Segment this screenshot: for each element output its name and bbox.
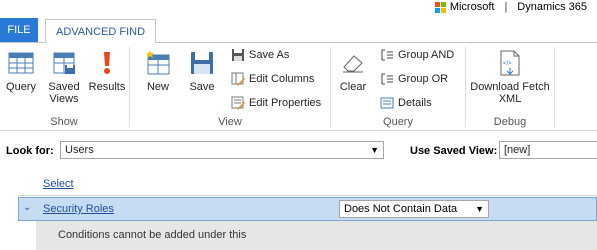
new-view-icon — [144, 49, 172, 77]
edit-properties-button[interactable]: Edit Properties — [230, 94, 321, 112]
save-as-icon — [230, 47, 246, 63]
query-builder: Select ⌄ Security Roles Does Not Contain… — [0, 169, 597, 250]
look-for-row: Look for: Users ▼ Use Saved View: [new] — [0, 141, 597, 161]
query-button[interactable]: Query — [4, 49, 38, 93]
use-saved-view-value: [new] — [504, 144, 531, 156]
group-and-label: Group AND — [398, 49, 455, 61]
ribbon: Query Saved Views Results Show New Save … — [0, 42, 597, 131]
chevron-down-icon[interactable]: ⌄ — [23, 202, 31, 213]
saved-views-icon — [50, 49, 78, 77]
group-view-label: View — [218, 116, 242, 128]
svg-text:</>: </> — [503, 61, 512, 67]
condition-field-link[interactable]: Security Roles — [43, 203, 114, 215]
ribbon-tabs: FILE ADVANCED FIND — [0, 18, 157, 43]
condition-operator-select[interactable]: Does Not Contain Data ▼ — [339, 200, 489, 218]
details-button[interactable]: Details — [379, 94, 432, 112]
condition-note-row: Conditions cannot be added under this — [36, 221, 597, 250]
save-disk-icon — [188, 49, 216, 77]
eraser-icon — [339, 49, 367, 77]
group-or-label: Group OR — [398, 73, 449, 85]
group-or-icon — [379, 71, 395, 87]
group-view: New Save Save As Edit Columns Edit Prope… — [130, 43, 330, 131]
select-link[interactable]: Select — [43, 178, 74, 190]
group-and-button[interactable]: Group AND — [379, 46, 454, 64]
save-label: Save — [189, 81, 215, 93]
new-label: New — [146, 81, 169, 93]
group-debug-label: Debug — [493, 116, 527, 128]
details-icon — [379, 95, 395, 111]
download-fetch-xml-label: Download Fetch XML — [470, 81, 550, 105]
dropdown-arrow-icon: ▼ — [370, 145, 379, 155]
group-show-label: Show — [50, 116, 78, 128]
xml-document-icon: </> — [496, 49, 524, 77]
edit-columns-button[interactable]: Edit Columns — [230, 70, 314, 88]
dropdown-arrow-icon: ▼ — [475, 204, 484, 214]
exclamation-icon — [93, 49, 121, 77]
edit-properties-icon — [230, 95, 246, 111]
tab-advanced-find[interactable]: ADVANCED FIND — [45, 19, 157, 43]
condition-operator-value: Does Not Contain Data — [344, 203, 458, 215]
clear-button[interactable]: Clear — [337, 49, 369, 93]
tab-file[interactable]: FILE — [0, 18, 38, 42]
condition-note-text: Conditions cannot be added under this — [58, 229, 247, 241]
edit-columns-label: Edit Columns — [249, 73, 315, 85]
group-divider — [554, 47, 555, 127]
clear-label: Clear — [339, 81, 367, 93]
look-for-label: Look for: — [6, 145, 54, 157]
edit-columns-icon — [230, 71, 246, 87]
results-label: Results — [88, 81, 126, 93]
condition-row[interactable]: ⌄ Security Roles Does Not Contain Data ▼ — [18, 197, 597, 221]
saved-views-button[interactable]: Saved Views — [44, 49, 84, 105]
brand-company: Microsoft — [449, 1, 495, 13]
microsoft-logo-icon — [434, 1, 446, 13]
save-button[interactable]: Save — [186, 49, 218, 93]
look-for-value: Users — [65, 144, 94, 156]
edit-properties-label: Edit Properties — [249, 97, 322, 109]
row-divider — [18, 195, 597, 196]
query-label: Query — [6, 81, 36, 93]
group-debug: </> Download Fetch XML Debug — [466, 43, 554, 131]
use-saved-view-label: Use Saved View: — [410, 145, 498, 157]
group-and-icon — [379, 47, 395, 63]
group-or-button[interactable]: Group OR — [379, 70, 448, 88]
query-grid-icon — [7, 49, 35, 77]
brand-bar: Microsoft | Dynamics 365 — [434, 0, 597, 14]
group-show: Query Saved Views Results Show — [0, 43, 128, 131]
look-for-select[interactable]: Users ▼ — [60, 141, 384, 159]
details-label: Details — [398, 97, 432, 109]
save-as-label: Save As — [249, 49, 290, 61]
use-saved-view-select[interactable]: [new] — [499, 141, 597, 159]
brand-separator: | — [504, 1, 508, 13]
new-button[interactable]: New — [142, 49, 174, 93]
results-button[interactable]: Results — [88, 49, 126, 93]
group-query: Clear Group AND Group OR Details Query — [331, 43, 465, 131]
saved-views-label: Saved Views — [48, 81, 80, 105]
group-query-label: Query — [383, 116, 413, 128]
download-fetch-xml-button[interactable]: </> Download Fetch XML — [468, 49, 552, 105]
brand-product: Dynamics 365 — [517, 1, 587, 13]
save-as-button[interactable]: Save As — [230, 46, 289, 64]
